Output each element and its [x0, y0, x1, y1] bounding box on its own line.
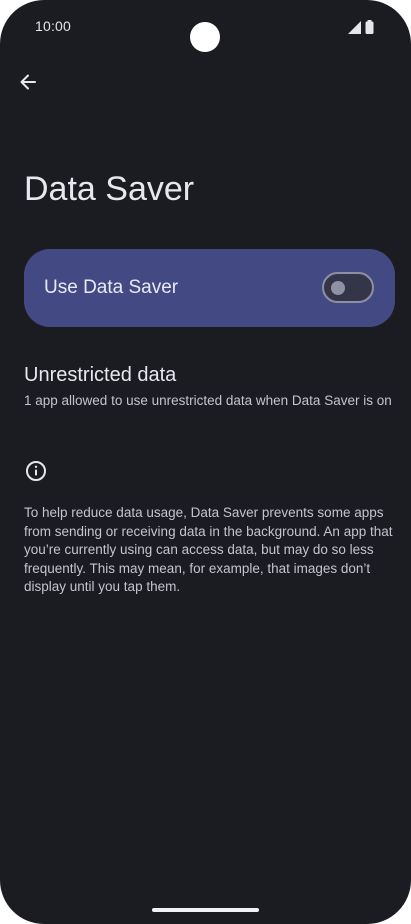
data-saver-description: To help reduce data usage, Data Saver pr… [24, 505, 393, 594]
status-bar: 10:00 [0, 0, 411, 54]
unrestricted-data-summary: 1 app allowed to use unrestricted data w… [24, 393, 392, 408]
use-data-saver-switch-row[interactable]: Use Data Saver [24, 249, 395, 327]
signal-icon [348, 21, 361, 34]
page-title: Data Saver [24, 170, 195, 208]
use-data-saver-label: Use Data Saver [44, 277, 179, 298]
status-time: 10:00 [35, 18, 72, 34]
arrow-back-icon [20, 74, 36, 90]
info-icon [24, 459, 48, 483]
back-button[interactable] [12, 66, 44, 98]
status-icons [348, 20, 380, 34]
unrestricted-data-title: Unrestricted data [24, 364, 177, 386]
unrestricted-data-item[interactable]: Unrestricted data 1 app allowed to use u… [24, 360, 395, 430]
toggle-thumb [331, 281, 345, 295]
use-data-saver-toggle[interactable] [322, 272, 374, 303]
battery-icon [365, 20, 374, 34]
navigation-handle[interactable] [152, 908, 259, 912]
phone-screen: 10:00 Data Saver Use Data Saver Unrestri… [0, 0, 411, 924]
camera-cutout [190, 22, 220, 52]
